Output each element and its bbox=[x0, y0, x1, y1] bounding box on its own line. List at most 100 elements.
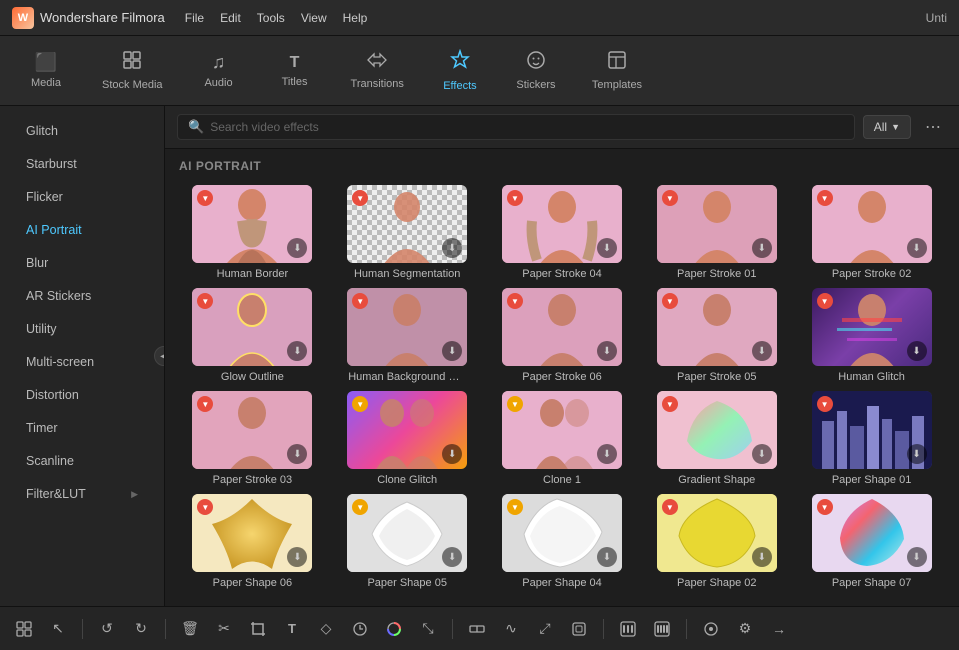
effect-paper-shape-04[interactable]: ▼ ⬇ Paper Shape 04 bbox=[485, 490, 640, 593]
toolbar-cut[interactable]: ✂ bbox=[210, 615, 238, 643]
download-human-glitch[interactable]: ⬇ bbox=[907, 341, 927, 361]
sidebar-item-utility[interactable]: Utility bbox=[6, 313, 158, 345]
search-input[interactable] bbox=[210, 120, 844, 134]
toolbar-audio-split[interactable]: ∿ bbox=[497, 615, 525, 643]
nav-transitions-label: Transitions bbox=[351, 78, 404, 90]
sidebar-item-ai-portrait[interactable]: AI Portrait bbox=[6, 214, 158, 246]
toolbar-divider-5 bbox=[686, 619, 687, 639]
download-paper-shape-02[interactable]: ⬇ bbox=[752, 547, 772, 567]
sidebar-item-multi-screen[interactable]: Multi-screen bbox=[6, 346, 158, 378]
search-filter-dropdown[interactable]: All ▼ bbox=[863, 115, 911, 139]
download-paper-stroke-02[interactable]: ⬇ bbox=[907, 238, 927, 258]
top-nav: ⬛ Media Stock Media ♫ Audio T Titles Tra… bbox=[0, 36, 959, 106]
sidebar-item-ar-stickers[interactable]: AR Stickers bbox=[6, 280, 158, 312]
toolbar-text[interactable]: T bbox=[278, 615, 306, 643]
search-input-wrap[interactable]: 🔍 bbox=[177, 114, 855, 140]
toolbar-divider-2 bbox=[165, 619, 166, 639]
toolbar-stabilize[interactable] bbox=[565, 615, 593, 643]
menu-edit[interactable]: Edit bbox=[220, 11, 241, 25]
sidebar-item-blur[interactable]: Blur bbox=[6, 247, 158, 279]
nav-templates[interactable]: Templates bbox=[576, 44, 658, 97]
effect-clone-glitch[interactable]: ▼ ⬇ Clone Glitch bbox=[330, 387, 485, 490]
nav-effects[interactable]: Effects bbox=[424, 43, 496, 98]
effect-thumb-human-glitch: ▼ ⬇ bbox=[812, 288, 932, 366]
effect-paper-stroke-06[interactable]: ▼ ⬇ Paper Stroke 06 bbox=[485, 284, 640, 387]
badge-paper-shape-07: ▼ bbox=[817, 499, 833, 515]
toolbar-pointer[interactable]: ↖ bbox=[44, 615, 72, 643]
search-more-button[interactable]: ⋯ bbox=[919, 115, 947, 139]
effect-paper-stroke-05[interactable]: ▼ ⬇ Paper Stroke 05 bbox=[639, 284, 794, 387]
effect-paper-stroke-01[interactable]: ▼ ⬇ Paper Stroke 01 bbox=[639, 181, 794, 284]
toolbar-delete[interactable]: 🗑 bbox=[176, 615, 204, 643]
download-paper-stroke-06[interactable]: ⬇ bbox=[597, 341, 617, 361]
badge-gradient-shape: ▼ bbox=[662, 396, 678, 412]
sidebar-item-scanline[interactable]: Scanline bbox=[6, 445, 158, 477]
toolbar-settings[interactable]: ⚙ bbox=[731, 615, 759, 643]
sidebar-item-flicker[interactable]: Flicker bbox=[6, 181, 158, 213]
effect-glow-outline[interactable]: ▼ ⬇ Glow Outline bbox=[175, 284, 330, 387]
effect-name-paper-shape-01: Paper Shape 01 bbox=[832, 474, 912, 486]
toolbar-undo[interactable]: ↺ bbox=[93, 615, 121, 643]
nav-titles-label: Titles bbox=[282, 76, 308, 88]
search-bar: 🔍 All ▼ ⋯ bbox=[165, 106, 959, 149]
toolbar-zoom-out-timeline[interactable] bbox=[614, 615, 642, 643]
effect-name-paper-stroke-05: Paper Stroke 05 bbox=[677, 371, 757, 383]
menu-help[interactable]: Help bbox=[343, 11, 368, 25]
nav-transitions[interactable]: Transitions bbox=[335, 45, 420, 96]
effect-paper-shape-06[interactable]: ▼ ⬇ Paper Shape 06 bbox=[175, 490, 330, 593]
toolbar-multi-select[interactable] bbox=[10, 615, 38, 643]
sidebar-item-timer[interactable]: Timer bbox=[6, 412, 158, 444]
download-paper-stroke-05[interactable]: ⬇ bbox=[752, 341, 772, 361]
effect-paper-shape-02[interactable]: ▼ ⬇ Paper Shape 02 bbox=[639, 490, 794, 593]
menu-file[interactable]: File bbox=[185, 11, 204, 25]
toolbar-keyframe[interactable]: ◇ bbox=[312, 615, 340, 643]
sidebar-item-distortion[interactable]: Distortion bbox=[6, 379, 158, 411]
toolbar-audio-mix[interactable] bbox=[697, 615, 725, 643]
nav-titles[interactable]: T Titles bbox=[259, 48, 331, 94]
toolbar-transform[interactable]: ⤡ bbox=[414, 615, 442, 643]
effect-human-bg-blur[interactable]: ▼ ⬇ Human Background Bl... bbox=[330, 284, 485, 387]
toolbar-zoom-in-timeline[interactable] bbox=[648, 615, 676, 643]
filter-lut-arrow: ▶ bbox=[131, 489, 138, 500]
menu-tools[interactable]: Tools bbox=[257, 11, 285, 25]
download-paper-shape-07[interactable]: ⬇ bbox=[907, 547, 927, 567]
effect-paper-shape-07[interactable]: ▼ ⬇ bbox=[794, 490, 949, 593]
download-clone-1[interactable]: ⬇ bbox=[597, 444, 617, 464]
effect-human-glitch[interactable]: ▼ ⬇ Human Glitch bbox=[794, 284, 949, 387]
menu-view[interactable]: View bbox=[301, 11, 327, 25]
toolbar-motion[interactable]: ⤢ bbox=[531, 615, 559, 643]
effect-clone-1[interactable]: ▼ ⬇ Clone 1 bbox=[485, 387, 640, 490]
effect-paper-stroke-02[interactable]: ▼ ⬇ Paper Stroke 02 bbox=[794, 181, 949, 284]
nav-media[interactable]: ⬛ Media bbox=[10, 46, 82, 95]
toolbar-export[interactable]: → bbox=[765, 615, 793, 643]
download-paper-stroke-04[interactable]: ⬇ bbox=[597, 238, 617, 258]
effect-gradient-shape[interactable]: ▼ ⬇ Gradient Shape bbox=[639, 387, 794, 490]
effect-thumb-clone-glitch: ▼ ⬇ bbox=[347, 391, 467, 469]
effect-thumb-human-border: ▼ ⬇ bbox=[192, 185, 312, 263]
toolbar-speed[interactable] bbox=[346, 615, 374, 643]
effect-name-clone-1: Clone 1 bbox=[543, 474, 581, 486]
download-paper-shape-04[interactable]: ⬇ bbox=[597, 547, 617, 567]
nav-stickers[interactable]: Stickers bbox=[500, 44, 572, 97]
filter-label: All bbox=[874, 120, 887, 134]
toolbar-color[interactable] bbox=[380, 615, 408, 643]
sidebar-item-glitch[interactable]: Glitch bbox=[6, 115, 158, 147]
effect-paper-shape-01[interactable]: ▼ ⬇ Paper Shape 01 bbox=[794, 387, 949, 490]
effect-human-border[interactable]: ▼ ⬇ Human Border bbox=[175, 181, 330, 284]
effect-human-segmentation[interactable]: ▼ ⬇ Human Segmentation bbox=[330, 181, 485, 284]
effect-paper-shape-05[interactable]: ▼ ⬇ Paper Shape 05 bbox=[330, 490, 485, 593]
toolbar-split[interactable] bbox=[463, 615, 491, 643]
nav-audio[interactable]: ♫ Audio bbox=[183, 46, 255, 95]
sidebar-item-filter-lut[interactable]: Filter&LUT ▶ bbox=[6, 478, 158, 510]
effect-paper-stroke-03[interactable]: ▼ ⬇ Paper Stroke 03 bbox=[175, 387, 330, 490]
audio-icon: ♫ bbox=[212, 52, 226, 73]
download-gradient-shape[interactable]: ⬇ bbox=[752, 444, 772, 464]
effect-paper-stroke-04[interactable]: ▼ ⬇ Paper Stroke 04 bbox=[485, 181, 640, 284]
toolbar-redo[interactable]: ↻ bbox=[127, 615, 155, 643]
download-paper-shape-01[interactable]: ⬇ bbox=[907, 444, 927, 464]
toolbar-crop[interactable] bbox=[244, 615, 272, 643]
sidebar-item-starburst[interactable]: Starburst bbox=[6, 148, 158, 180]
nav-stock[interactable]: Stock Media bbox=[86, 44, 179, 97]
badge-paper-stroke-01: ▼ bbox=[662, 190, 678, 206]
download-paper-stroke-01[interactable]: ⬇ bbox=[752, 238, 772, 258]
